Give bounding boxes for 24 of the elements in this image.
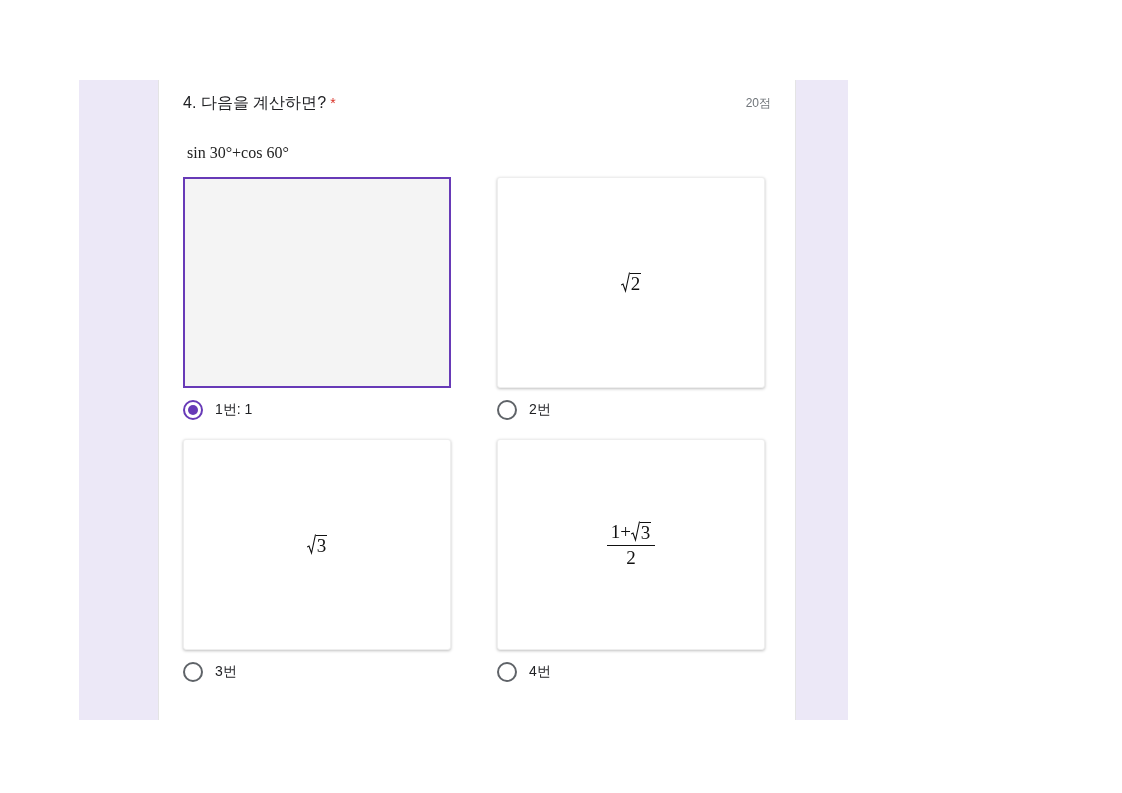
- math-expression: 3: [315, 534, 328, 556]
- math-expression: 2: [626, 546, 636, 569]
- option-image[interactable]: 2: [497, 177, 765, 388]
- points-label: 20점: [745, 94, 771, 112]
- radio-button[interactable]: [497, 400, 517, 420]
- required-mark: *: [330, 94, 336, 111]
- math-expression: 2: [629, 272, 642, 294]
- radical-sign-icon: [630, 520, 640, 543]
- math-expression: 1+: [610, 520, 631, 543]
- option-image[interactable]: [183, 177, 451, 388]
- question-title: 4. 다음을 계산하면?: [183, 92, 327, 113]
- radio-button[interactable]: [183, 400, 203, 420]
- question-formula: sin 30°+cos 60°: [186, 144, 290, 162]
- option-image[interactable]: 1+ 3 2: [497, 439, 765, 650]
- option-label: 1번: 1: [215, 401, 253, 419]
- radio-button[interactable]: [183, 662, 203, 682]
- option-label: 3번: [215, 663, 237, 681]
- option-label: 4번: [529, 663, 551, 681]
- radio-button[interactable]: [497, 662, 517, 682]
- radical-sign-icon: [306, 533, 316, 556]
- option-label: 2번: [529, 401, 551, 419]
- math-expression: 3: [639, 521, 652, 543]
- radical-sign-icon: [620, 271, 630, 294]
- option-image[interactable]: 3: [183, 439, 451, 650]
